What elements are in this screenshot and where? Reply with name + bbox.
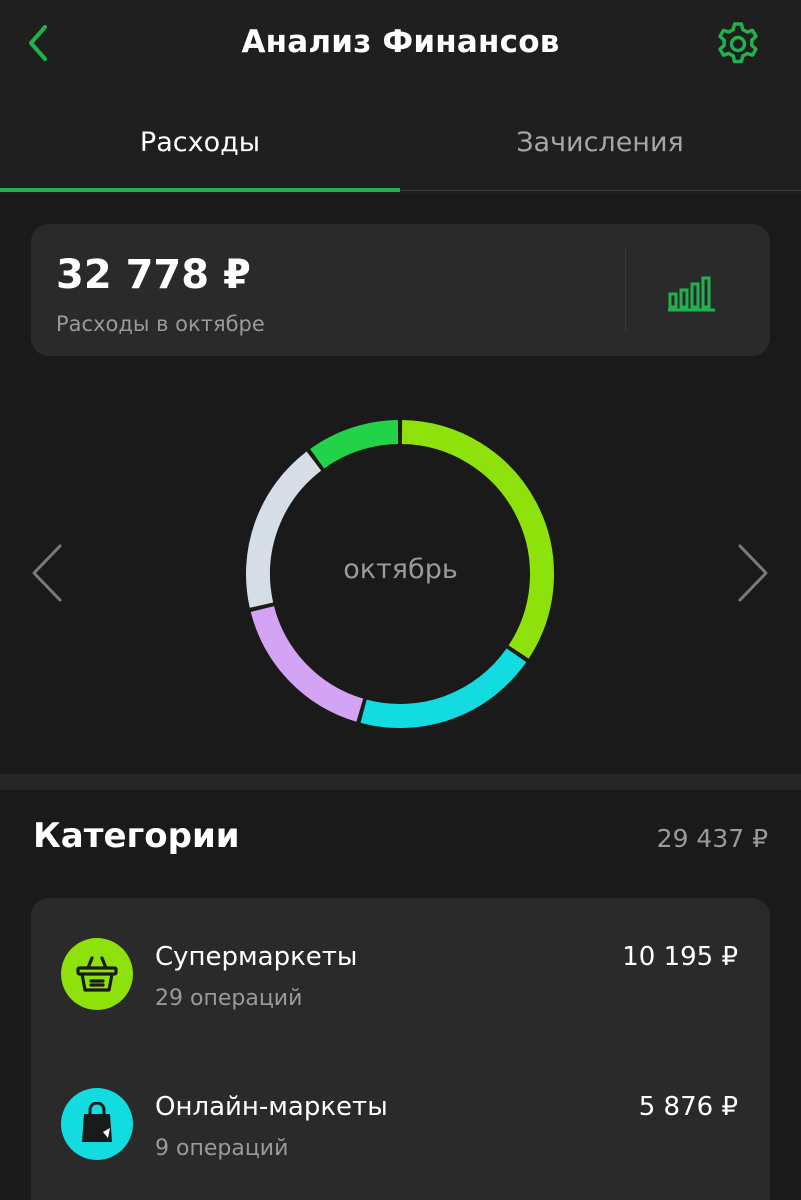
donut-segment [401, 420, 554, 659]
category-item-online-markets[interactable]: Онлайн-маркеты 9 операций 5 876 ₽ [31, 1086, 770, 1200]
gear-icon [718, 22, 758, 64]
category-name: Онлайн-маркеты [155, 1092, 388, 1122]
categories-card: Супермаркеты 29 операций 10 195 ₽ Онлайн… [31, 898, 770, 1200]
categories-total: 29 437 ₽ [656, 824, 768, 853]
summary-card: 32 778 ₽ Расходы в октябре [31, 224, 770, 356]
categories-section: Категории 29 437 ₽ Супермаркеты 29 опера… [0, 790, 801, 1200]
bar-chart-icon [668, 276, 715, 312]
basket-icon [61, 938, 133, 1010]
tab-income[interactable]: Зачисления [400, 90, 800, 194]
categories-title: Категории [33, 816, 240, 856]
donut-segment [250, 605, 364, 722]
category-ops-count: 9 операций [155, 1136, 289, 1161]
app-header: Анализ Финансов [0, 0, 801, 90]
donut-center-label: октябрь [343, 554, 458, 585]
chart-area: 32 778 ₽ Расходы в октябре октябрь [0, 194, 801, 774]
donut-segment [360, 648, 527, 728]
category-name: Супермаркеты [155, 942, 358, 972]
shopping-bag-icon [61, 1088, 133, 1160]
category-item-supermarkets[interactable]: Супермаркеты 29 операций 10 195 ₽ [31, 936, 770, 1056]
donut-segment [310, 420, 399, 469]
settings-button[interactable] [712, 18, 764, 70]
category-amount: 5 876 ₽ [638, 1092, 738, 1122]
category-amount: 10 195 ₽ [622, 942, 738, 972]
active-tab-indicator [0, 188, 400, 192]
category-ops-count: 29 операций [155, 986, 303, 1011]
tab-bar: Расходы Зачисления [0, 90, 801, 194]
page-title: Анализ Финансов [241, 24, 560, 60]
total-expenses-caption: Расходы в октябре [56, 312, 265, 336]
tab-divider [400, 190, 801, 191]
summary-divider [625, 248, 626, 332]
section-divider [0, 774, 801, 790]
tab-expenses[interactable]: Расходы [0, 90, 400, 194]
total-expenses-amount: 32 778 ₽ [56, 252, 251, 298]
bar-chart-button[interactable] [657, 262, 727, 322]
finance-analysis-screen: Анализ Финансов Расходы Зачисления 32 77… [0, 0, 801, 1200]
